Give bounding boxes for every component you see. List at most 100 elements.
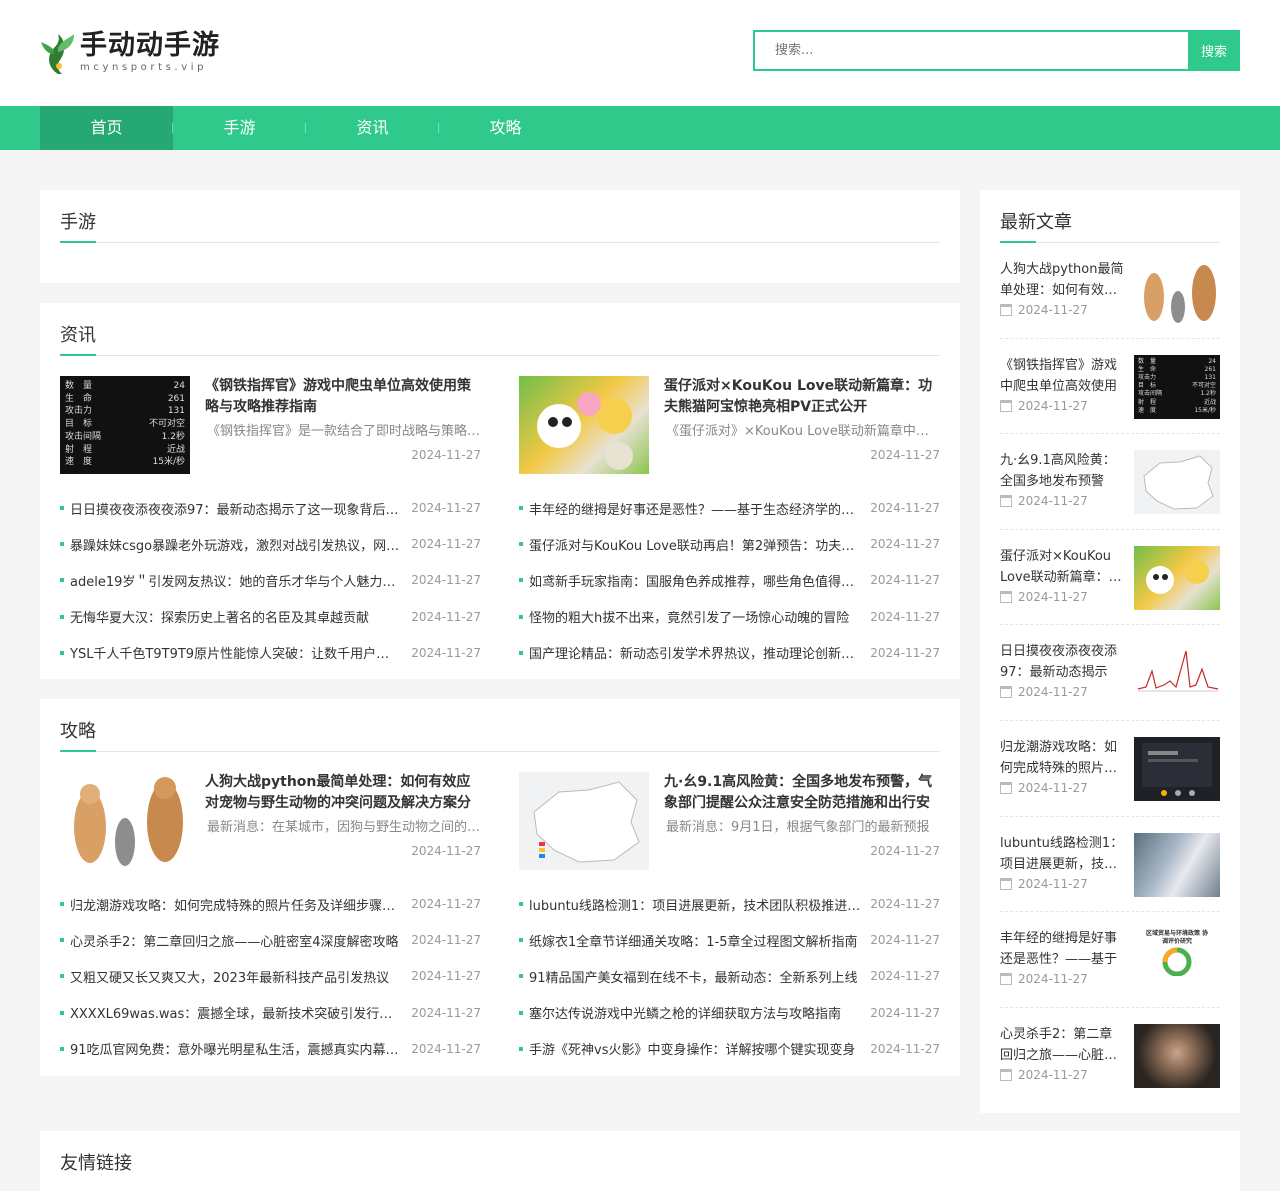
sidebar-latest: 最新文章 人狗大战python最简单处理：如何有效应对 2024-11-27 《钢… [980, 190, 1240, 1114]
sidebar-article[interactable]: 日日摸夜夜添夜夜添97：最新动态揭示 2024-11-27 [1000, 625, 1220, 721]
list-item[interactable]: YSL千人千色T9T9T9原片性能惊人突破：让数千用户惊叹 2024-11-27 [60, 635, 481, 671]
article-title[interactable]: 《钢铁指挥官》游戏中爬虫单位高效使用策略与攻略推荐指南 [205, 376, 481, 418]
bullet-icon [60, 974, 64, 979]
bullet-icon [519, 1046, 523, 1051]
list-item[interactable]: 91精品国产美女福到在线不卡，最新动态：全新系列上线 2024-11-27 [519, 958, 940, 994]
sidebar-article[interactable]: 人狗大战python最简单处理：如何有效应对 2024-11-27 [1000, 243, 1220, 339]
featured-article[interactable]: 蛋仔派对×KouKou Love联动新篇章：功夫熊猫阿宝惊艳亮相PV正式公开 《… [519, 376, 940, 474]
bullet-icon [60, 1010, 64, 1015]
search-input[interactable] [753, 30, 1188, 71]
sidebar-article[interactable]: 归龙潮游戏攻略：如何完成特殊的照片任务2024-11-27 [1000, 721, 1220, 817]
article-thumbnail[interactable] [60, 772, 190, 870]
article-summary: 最新消息：在某城市，因狗与野生动物之间的冲突 [207, 820, 481, 835]
sidebar-article-date: 2024-11-27 [1018, 876, 1088, 891]
sidebar-thumbnail[interactable] [1134, 450, 1220, 515]
section-title[interactable]: 资讯 [60, 321, 96, 347]
sidebar-article-title[interactable]: 《钢铁指挥官》游戏中爬虫单位高效使用 [1000, 355, 1124, 397]
sidebar-article-date: 2024-11-27 [1018, 685, 1088, 700]
sidebar-thumbnail[interactable] [1134, 259, 1220, 323]
list-item[interactable]: 国产理论精品：新动态引发学术界热议，推动理论创新发展 2024-11-27 [519, 635, 940, 671]
list-item[interactable]: 又粗又硬又长又爽又大，2023年最新科技产品引发热议 2024-11-27 [60, 958, 481, 994]
sidebar-thumbnail[interactable] [1134, 1023, 1220, 1088]
sidebar-article-date: 2024-11-27 [1018, 780, 1088, 795]
bullet-icon [519, 938, 523, 943]
sidebar-article[interactable]: 心灵杀手2：第二章回归之旅——心脏密室2024-11-27 [1000, 1008, 1220, 1104]
article-title[interactable]: 蛋仔派对×KouKou Love联动新篇章：功夫熊猫阿宝惊艳亮相PV正式公开 [664, 376, 940, 418]
article-title[interactable]: 人狗大战python最简单处理：如何有效应对宠物与野生动物的冲突问题及解决方案分… [205, 772, 481, 814]
list-item[interactable]: 归龙潮游戏攻略：如何完成特殊的照片任务及详细步骤解析 2024-11-27 [60, 886, 481, 922]
search-button[interactable]: 搜索 [1188, 30, 1240, 71]
sidebar-thumbnail[interactable] [1134, 832, 1220, 897]
list-item[interactable]: 91吃瓜官网免费：意外曝光明星私生活，震撼真实内幕曝光 2024-11-27 [60, 1031, 481, 1067]
nav-item-home[interactable]: 首页 [40, 106, 173, 150]
list-item[interactable]: 暴躁妹妹csgo暴躁老外玩游戏，激烈对战引发热议，网友纷纷 2024-11-27 [60, 526, 481, 562]
sidebar-thumbnail[interactable] [1134, 641, 1220, 706]
nav-item-zixun[interactable]: 资讯 [306, 106, 439, 150]
section-title[interactable]: 攻略 [60, 717, 96, 743]
main-nav: 首页 手游 资讯 攻略 [0, 106, 1280, 150]
sidebar-article-title[interactable]: 心灵杀手2：第二章回归之旅——心脏密室 [1000, 1024, 1124, 1066]
sidebar-article[interactable]: lubuntu线路检测1：项目进展更新，技术团队2024-11-27 [1000, 817, 1220, 913]
calendar-icon [1000, 399, 1012, 412]
list-item[interactable]: adele19岁＂引发网友热议：她的音乐才华与个人魅力再次 2024-11-27 [60, 562, 481, 598]
list-item[interactable]: 蛋仔派对与KouKou Love联动再启！第2弹预告：功夫熊猫 2024-11-2… [519, 526, 940, 562]
featured-article[interactable]: 人狗大战python最简单处理：如何有效应对宠物与野生动物的冲突问题及解决方案分… [60, 772, 481, 870]
article-date: 2024-11-27 [870, 844, 940, 858]
sidebar-thumbnail[interactable]: 区域贸易与环境政策 协调评价研究 [1134, 928, 1220, 993]
bullet-icon [519, 542, 523, 547]
featured-article[interactable]: 九·幺9.1高风险黄：全国多地发布预警，气象部门提醒公众注意安全防范措施和出行安… [519, 772, 940, 870]
sidebar-article-title[interactable]: 日日摸夜夜添夜夜添97：最新动态揭示 [1000, 641, 1124, 683]
site-subtitle: mcynsports.vip [80, 62, 208, 73]
article-date: 2024-11-27 [411, 448, 481, 462]
list-item[interactable]: XXXXL69was.was：震撼全球，最新技术突破引发行业关注 2024-11-… [60, 995, 481, 1031]
list-item[interactable]: 如鸢新手玩家指南：国服角色养成推荐，哪些角色值得培养 2024-11-27 [519, 562, 940, 598]
search-bar: 搜索 [753, 30, 1240, 71]
list-item[interactable]: 无悔华夏大汉：探索历史上著名的名臣及其卓越贡献 2024-11-27 [60, 599, 481, 635]
section-title[interactable]: 手游 [60, 208, 96, 234]
list-item[interactable]: 手游《死神vs火影》中变身操作：详解按哪个键实现变身 2024-11-27 [519, 1031, 940, 1067]
site-title: 手动动手游 [80, 30, 220, 61]
sidebar-thumbnail[interactable] [1134, 736, 1220, 801]
bullet-icon [519, 902, 523, 907]
bullet-icon [519, 578, 523, 583]
nav-item-shouyou[interactable]: 手游 [173, 106, 306, 150]
sidebar-article-date: 2024-11-27 [1018, 1067, 1088, 1082]
sidebar-article-title[interactable]: 归龙潮游戏攻略：如何完成特殊的照片任务 [1000, 737, 1124, 779]
sidebar-article-date: 2024-11-27 [1018, 972, 1088, 987]
list-item[interactable]: 纸嫁衣1全章节详细通关攻略：1-5章全过程图文解析指南 2024-11-27 [519, 922, 940, 958]
site-logo[interactable]: 手动动手游 mcynsports.vip [40, 30, 220, 76]
sidebar-thumbnail[interactable] [1134, 545, 1220, 610]
featured-article[interactable]: 数 量 24 生 命 261 攻击力 131 目 标不可对空 攻击间隔 1.2秒 射 程… [60, 376, 481, 474]
article-thumbnail[interactable]: 数 量 24 生 命 261 攻击力 131 目 标不可对空 攻击间隔 1.2秒 射 程… [60, 376, 190, 474]
sidebar-article-title[interactable]: 九·幺9.1高风险黄：全国多地发布预警 [1000, 450, 1124, 492]
sidebar-article[interactable]: 九·幺9.1高风险黄：全国多地发布预警 2024-11-27 [1000, 434, 1220, 530]
bullet-icon [519, 1010, 523, 1015]
friend-links-title: 友情链接 [60, 1153, 132, 1174]
sidebar-article-title[interactable]: lubuntu线路检测1：项目进展更新，技术团队 [1000, 833, 1124, 875]
list-item[interactable]: 心灵杀手2：第二章回归之旅——心脏密室4深度解密攻略 2024-11-27 [60, 922, 481, 958]
article-list: 日日摸夜夜添夜夜添97：最新动态揭示了这一现象背后的原因 2024-11-27 暴… [60, 490, 481, 671]
sidebar-article-title[interactable]: 蛋仔派对×KouKou Love联动新篇章：功夫 [1000, 546, 1124, 588]
section-gonglue: 攻略 人狗大战python最简单处理：如何有效应对宠物与野生动物的冲突问题及解决… [40, 699, 960, 1076]
bullet-icon [60, 650, 64, 655]
list-item[interactable]: 怪物的粗大h拔不出来，竟然引发了一场惊心动魄的冒险 2024-11-27 [519, 599, 940, 635]
article-title[interactable]: 九·幺9.1高风险黄：全国多地发布预警，气象部门提醒公众注意安全防范措施和出行安… [664, 772, 940, 814]
bullet-icon [60, 938, 64, 943]
sidebar-article[interactable]: 丰年经的继拇是好事还是恶性？——基于 2024-11-27 区域贸易与环境政策 协… [1000, 912, 1220, 1008]
sidebar-article[interactable]: 《钢铁指挥官》游戏中爬虫单位高效使用 2024-11-27 数 量 24 生 命 26… [1000, 339, 1220, 435]
calendar-icon [1000, 304, 1012, 316]
section-zixun: 资讯 数 量 24 生 命 261 攻击力 131 目 标不可对空 攻击间隔 1.2秒 … [40, 303, 960, 679]
sidebar-thumbnail[interactable]: 数 量 24 生 命 261 攻击力 131 目 标不可对空 攻击间隔 1.2秒 射 程… [1134, 354, 1220, 419]
list-item[interactable]: 塞尔达传说游戏中光鳞之枪的详细获取方法与攻略指南 2024-11-27 [519, 995, 940, 1031]
sidebar-title: 最新文章 [1000, 212, 1072, 233]
article-thumbnail[interactable] [519, 376, 649, 474]
sidebar-article-title[interactable]: 丰年经的继拇是好事还是恶性？——基于 [1000, 928, 1124, 970]
list-item[interactable]: lubuntu线路检测1：项目进展更新，技术团队积极推进优化 2024-11-27 [519, 886, 940, 922]
list-item[interactable]: 丰年经的继拇是好事还是恶性？——基于生态经济学的分析 2024-11-27 [519, 490, 940, 526]
article-thumbnail[interactable] [519, 772, 649, 870]
sidebar-article[interactable]: 蛋仔派对×KouKou Love联动新篇章：功夫2024-11-27 [1000, 530, 1220, 626]
guide-column-left: 人狗大战python最简单处理：如何有效应对宠物与野生动物的冲突问题及解决方案分… [60, 772, 481, 1067]
nav-item-gonglue[interactable]: 攻略 [439, 106, 572, 150]
list-item[interactable]: 日日摸夜夜添夜夜添97：最新动态揭示了这一现象背后的原因 2024-11-27 [60, 490, 481, 526]
sidebar-article-title[interactable]: 人狗大战python最简单处理：如何有效应对 [1000, 259, 1124, 301]
